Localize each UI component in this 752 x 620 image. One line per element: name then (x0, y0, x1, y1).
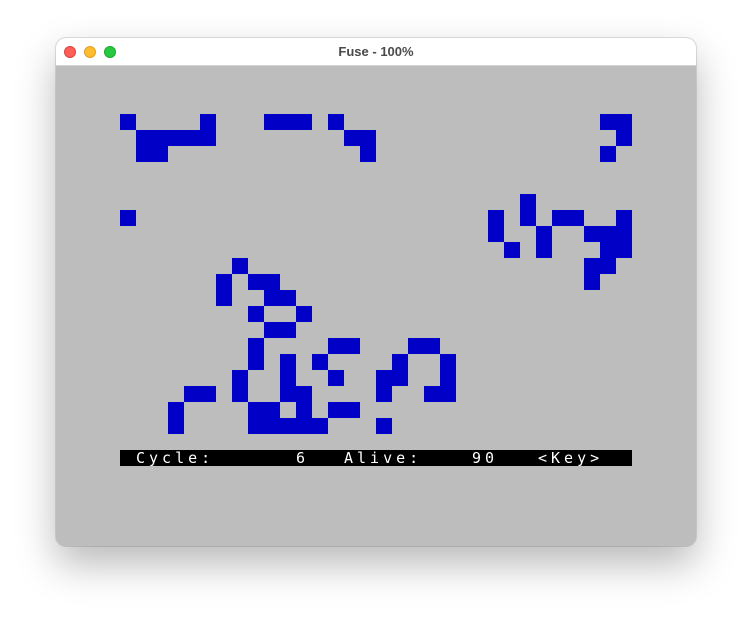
live-cell (120, 210, 136, 226)
live-cell (584, 258, 600, 274)
live-cell (440, 386, 456, 402)
live-cell (264, 322, 280, 338)
live-cell (616, 114, 632, 130)
live-cell (136, 146, 152, 162)
live-cell (536, 242, 552, 258)
live-cell (296, 386, 312, 402)
live-cell (584, 274, 600, 290)
live-cell (280, 114, 296, 130)
emulator-window: Fuse - 100% Cycle: 6 Alive: 90 <Key> (56, 38, 696, 546)
live-cell (520, 210, 536, 226)
live-cell (280, 290, 296, 306)
cycle-value: 6 (296, 450, 310, 466)
live-cell (616, 130, 632, 146)
live-cell (344, 130, 360, 146)
live-cell (376, 418, 392, 434)
live-cell (248, 402, 264, 418)
live-cell (344, 338, 360, 354)
live-cell (168, 402, 184, 418)
live-cell (616, 210, 632, 226)
live-cell (232, 370, 248, 386)
live-cell (216, 274, 232, 290)
live-cell (312, 418, 328, 434)
live-cell (248, 274, 264, 290)
live-cell (200, 114, 216, 130)
live-cell (264, 418, 280, 434)
live-cell (424, 338, 440, 354)
live-cell (328, 338, 344, 354)
live-cell (168, 418, 184, 434)
live-cell (536, 226, 552, 242)
live-cell (424, 386, 440, 402)
live-cell (312, 354, 328, 370)
spectrum-screen[interactable]: Cycle: 6 Alive: 90 <Key> (56, 66, 696, 546)
live-cell (600, 226, 616, 242)
live-cell (600, 242, 616, 258)
live-cell (296, 306, 312, 322)
live-cell (232, 258, 248, 274)
live-cell (200, 130, 216, 146)
live-cell (280, 322, 296, 338)
live-cell (376, 386, 392, 402)
window-title: Fuse - 100% (338, 44, 414, 59)
live-cell (248, 354, 264, 370)
live-cell (328, 402, 344, 418)
live-cell (152, 130, 168, 146)
key-hint: <Key> (538, 450, 604, 466)
live-cell (600, 114, 616, 130)
live-cell (344, 402, 360, 418)
live-cell (360, 130, 376, 146)
live-cell (264, 274, 280, 290)
live-cell (264, 290, 280, 306)
live-cell (600, 146, 616, 162)
live-cell (264, 402, 280, 418)
cycle-label: Cycle: (136, 450, 215, 466)
live-cell (280, 354, 296, 370)
alive-label: Alive: (344, 450, 423, 466)
alive-value: 90 (472, 450, 499, 466)
title-bar[interactable]: Fuse - 100% (56, 38, 696, 66)
live-cell (584, 226, 600, 242)
live-cell (440, 354, 456, 370)
live-cell (600, 258, 616, 274)
live-cell (264, 114, 280, 130)
live-cell (488, 210, 504, 226)
live-cell (568, 210, 584, 226)
live-cell (120, 114, 136, 130)
live-cell (392, 354, 408, 370)
life-grid (120, 114, 632, 434)
live-cell (488, 226, 504, 242)
live-cell (504, 242, 520, 258)
live-cell (232, 386, 248, 402)
live-cell (248, 418, 264, 434)
live-cell (296, 402, 312, 418)
live-cell (392, 370, 408, 386)
live-cell (280, 370, 296, 386)
live-cell (520, 194, 536, 210)
live-cell (616, 242, 632, 258)
live-cell (328, 114, 344, 130)
live-cell (200, 386, 216, 402)
live-cell (184, 386, 200, 402)
live-cell (552, 210, 568, 226)
live-cell (248, 306, 264, 322)
status-bar: Cycle: 6 Alive: 90 <Key> (120, 450, 632, 466)
live-cell (168, 130, 184, 146)
live-cell (248, 338, 264, 354)
live-cell (376, 370, 392, 386)
live-cell (280, 386, 296, 402)
live-cell (328, 370, 344, 386)
live-cell (360, 146, 376, 162)
live-cell (408, 338, 424, 354)
live-cell (152, 146, 168, 162)
live-cell (136, 130, 152, 146)
live-cell (184, 130, 200, 146)
live-cell (216, 290, 232, 306)
live-cell (296, 418, 312, 434)
live-cell (440, 370, 456, 386)
live-cell (616, 226, 632, 242)
live-cell (280, 418, 296, 434)
live-cell (296, 114, 312, 130)
